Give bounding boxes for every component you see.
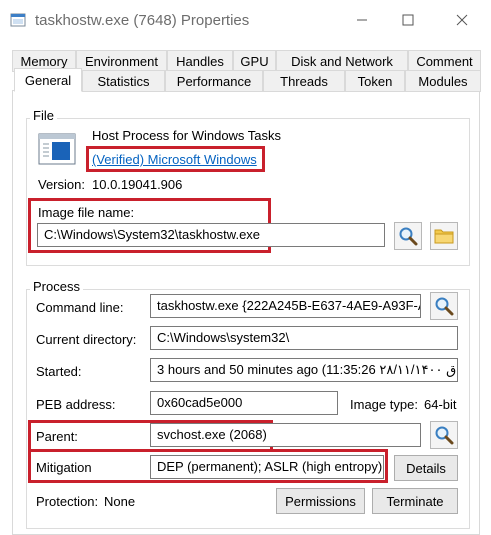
process-group-label: Process: [30, 279, 83, 294]
file-group-label: File: [30, 108, 57, 123]
current-directory-label: Current directory:: [36, 332, 137, 347]
details-button[interactable]: Details: [394, 455, 458, 481]
peb-address-field[interactable]: 0x60cad5e000: [150, 391, 338, 415]
close-button[interactable]: [439, 0, 485, 40]
close-icon: [456, 14, 468, 26]
magnifier-icon: [435, 426, 454, 445]
mitigation-field[interactable]: DEP (permanent); ASLR (high entropy);: [150, 455, 384, 479]
tab-performance[interactable]: Performance: [165, 70, 263, 92]
minimize-icon: [357, 19, 367, 21]
image-type-label: Image type:: [350, 397, 418, 412]
tab-disk-and-network[interactable]: Disk and Network: [276, 50, 408, 72]
command-line-label: Command line:: [36, 300, 124, 315]
protection-value: None: [104, 494, 136, 509]
magnifier-icon: [435, 297, 454, 316]
parent-field[interactable]: svchost.exe (2068): [150, 423, 421, 447]
open-folder-button[interactable]: [430, 222, 458, 250]
permissions-button[interactable]: Permissions: [276, 488, 365, 514]
command-line-field[interactable]: taskhostw.exe {222A245B-E637-4AE9-A93F-A: [150, 294, 421, 318]
window-title: taskhostw.exe (7648) Properties: [35, 12, 250, 29]
folder-icon: [434, 229, 454, 244]
tab-token[interactable]: Token: [345, 70, 405, 92]
image-file-field[interactable]: C:\Windows\System32\taskhostw.exe: [37, 223, 385, 247]
tab-general[interactable]: General: [14, 68, 82, 92]
image-file-label: Image file name:: [38, 205, 135, 220]
version-label: Version:: [38, 177, 85, 192]
current-directory-field[interactable]: C:\Windows\system32\: [150, 326, 458, 350]
company-link[interactable]: (Verified) Microsoft Windows: [92, 152, 257, 167]
parent-label: Parent:: [36, 429, 78, 444]
tab-environment[interactable]: Environment: [76, 50, 167, 72]
maximize-button[interactable]: [385, 0, 431, 40]
tab-gpu[interactable]: GPU: [233, 50, 276, 72]
tab-comment[interactable]: Comment: [408, 50, 481, 72]
maximize-icon: [402, 14, 414, 26]
tab-statistics[interactable]: Statistics: [82, 70, 165, 92]
started-label: Started:: [36, 364, 82, 379]
tab-handles[interactable]: Handles: [167, 50, 233, 72]
minimize-button[interactable]: [339, 0, 385, 40]
protection-label: Protection:: [36, 494, 99, 509]
magnifier-icon: [399, 227, 418, 246]
inspect-parent-button[interactable]: [430, 421, 458, 449]
image-type-value: 64-bit: [424, 397, 457, 412]
terminate-button[interactable]: Terminate: [372, 488, 458, 514]
tab-threads[interactable]: Threads: [263, 70, 345, 92]
inspect-image-button[interactable]: [394, 222, 422, 250]
peb-address-label: PEB address:: [36, 397, 116, 412]
file-description: Host Process for Windows Tasks: [92, 128, 282, 143]
mitigation-label: Mitigation: [36, 460, 92, 475]
app-icon: [10, 13, 26, 27]
executable-icon: [38, 133, 76, 165]
inspect-command-line-button[interactable]: [430, 292, 458, 320]
tab-modules[interactable]: Modules: [405, 70, 481, 92]
version-value: 10.0.19041.906: [92, 177, 183, 192]
started-field[interactable]: 3 hours and 50 minutes ago (11:35:26 ۲۸/…: [150, 358, 458, 382]
